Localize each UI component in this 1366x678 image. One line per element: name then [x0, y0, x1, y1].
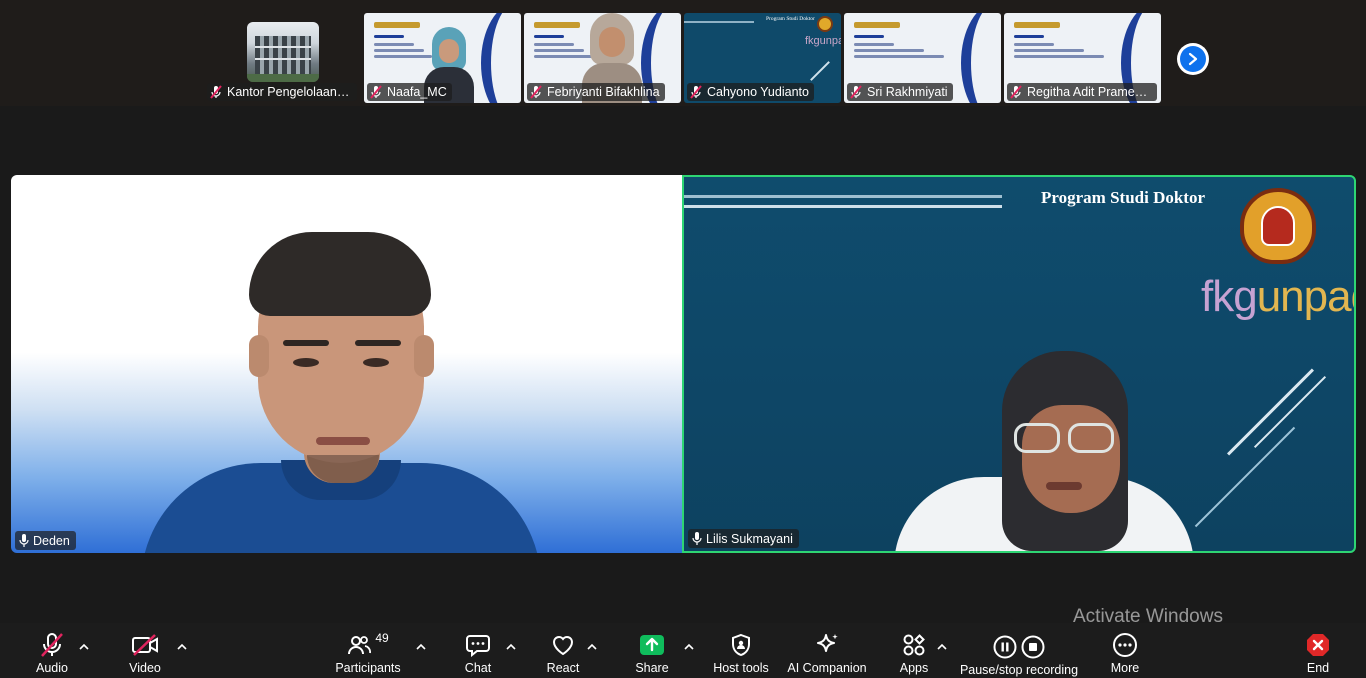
participant-name: Lilis Sukmayani	[706, 531, 793, 546]
participant-video-image	[11, 175, 682, 553]
mic-muted-icon	[1009, 85, 1023, 99]
participants-count: 49	[375, 631, 389, 645]
participant-name: Kantor Pengelolaan P...	[227, 85, 352, 99]
participants-button[interactable]: 49 Participants	[334, 623, 402, 678]
mic-icon	[19, 533, 29, 548]
fkgunpad-brand: fkgunpad	[1201, 272, 1354, 321]
react-options-chevron-up-icon[interactable]	[587, 638, 597, 650]
participant-thumbnail[interactable]: Sri Rakhmiyati	[844, 13, 1001, 103]
chat-icon	[462, 630, 494, 660]
chat-options-chevron-up-icon[interactable]	[506, 638, 516, 650]
meeting-window: Kantor Pengelolaan P... Naafa_MC Febriya…	[0, 0, 1366, 678]
participant-name: Cahyono Yudianto	[707, 85, 809, 99]
slide-title: Program Studi Doktor	[1041, 188, 1206, 207]
end-call-icon	[1302, 630, 1334, 660]
participant-name-tag: Sri Rakhmiyati	[847, 83, 953, 101]
recording-controls[interactable]: Pause/stop recording	[960, 623, 1078, 678]
share-options-chevron-up-icon[interactable]	[684, 638, 694, 650]
participant-thumbnail[interactable]: Kantor Pengelolaan P...	[204, 13, 361, 103]
participant-name-tag: Cahyono Yudianto	[687, 83, 814, 101]
mic-muted-icon	[36, 630, 68, 660]
stop-icon[interactable]	[1021, 635, 1045, 659]
participant-thumbnail[interactable]: Naafa_MC	[364, 13, 521, 103]
participant-name: Regitha Adit Pramest...	[1027, 85, 1152, 99]
mic-icon	[692, 531, 702, 546]
share-button[interactable]: Share	[632, 623, 672, 678]
participant-strip: Kantor Pengelolaan P... Naafa_MC Febriya…	[0, 0, 1366, 106]
mic-muted-icon	[849, 85, 863, 99]
mic-muted-icon	[529, 85, 543, 99]
unpad-logo	[1240, 188, 1316, 264]
host-tools-button[interactable]: Host tools	[711, 623, 771, 678]
meeting-toolbar: Audio Video 49 Participants Chat React S…	[0, 623, 1366, 678]
participant-thumbnail[interactable]: Febriyanti Bifakhlina	[524, 13, 681, 103]
ai-companion-button[interactable]: AI Companion	[786, 623, 868, 678]
video-tile-lilis-active-speaker[interactable]: Program Studi Doktor fkgunpad Lilis Sukm…	[682, 175, 1356, 553]
participant-name: Naafa_MC	[387, 85, 447, 99]
next-page-button[interactable]	[1177, 43, 1209, 75]
chat-button[interactable]: Chat	[458, 623, 498, 678]
participant-name-tag: Lilis Sukmayani	[688, 529, 799, 548]
apps-button[interactable]: Apps	[896, 623, 932, 678]
share-arrow-icon	[636, 630, 668, 660]
participant-name: Febriyanti Bifakhlina	[547, 85, 660, 99]
video-tile-deden[interactable]: Deden	[11, 175, 682, 553]
participant-thumbnail[interactable]: Regitha Adit Pramest...	[1004, 13, 1161, 103]
sparkle-icon	[811, 630, 843, 660]
video-button[interactable]: Video	[124, 623, 166, 678]
video-options-chevron-up-icon[interactable]	[177, 638, 187, 650]
end-meeting-button[interactable]: End	[1302, 623, 1334, 678]
participant-name-tag: Febriyanti Bifakhlina	[527, 83, 665, 101]
mic-muted-icon	[209, 85, 223, 99]
apps-icon	[898, 630, 930, 660]
chevron-right-icon	[1180, 46, 1206, 72]
participants-options-chevron-up-icon[interactable]	[416, 638, 426, 650]
more-button[interactable]: More	[1107, 623, 1143, 678]
heart-icon	[547, 630, 579, 660]
presentation-background-image: Program Studi Doktor fkgunpad	[684, 177, 1354, 551]
participant-name: Sri Rakhmiyati	[867, 85, 948, 99]
participant-name-tag: Kantor Pengelolaan P...	[207, 83, 357, 101]
mic-muted-icon	[689, 85, 703, 99]
unpad-logo	[817, 16, 833, 32]
video-off-icon	[129, 630, 161, 660]
more-dots-icon	[1109, 630, 1141, 660]
participant-name-tag: Deden	[15, 531, 76, 550]
audio-button[interactable]: Audio	[30, 623, 74, 678]
participant-name-tag: Naafa_MC	[367, 83, 452, 101]
mic-muted-icon	[369, 85, 383, 99]
apps-options-chevron-up-icon[interactable]	[937, 638, 947, 650]
participant-thumbnail[interactable]: Program Studi Doktor fkgunpad Cahyono Yu…	[684, 13, 841, 103]
pause-icon[interactable]	[993, 635, 1017, 659]
participants-icon	[348, 636, 372, 655]
audio-options-chevron-up-icon[interactable]	[79, 638, 89, 650]
react-button[interactable]: React	[542, 623, 584, 678]
building-photo	[247, 22, 319, 82]
shield-icon	[725, 630, 757, 660]
participant-name: Deden	[33, 533, 70, 548]
participant-name-tag: Regitha Adit Pramest...	[1007, 83, 1157, 101]
